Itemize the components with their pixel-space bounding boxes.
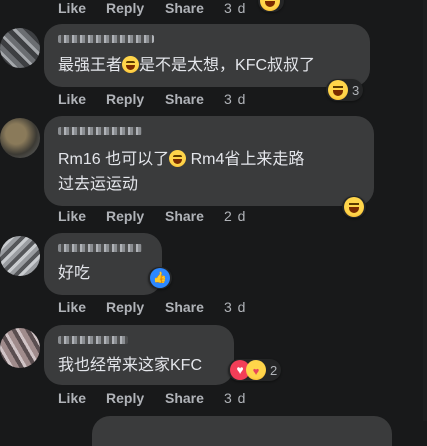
comment-text: 我也经常来这家KFC bbox=[58, 357, 203, 374]
comment-time[interactable]: 3 d bbox=[224, 91, 246, 107]
share-button[interactable]: Share bbox=[165, 299, 204, 315]
comment-time[interactable]: 2 d bbox=[224, 208, 246, 224]
reaction-summary[interactable] bbox=[258, 0, 284, 12]
reply-button[interactable]: Reply bbox=[106, 390, 144, 406]
laughing-emoji-icon bbox=[260, 0, 280, 11]
comment-author[interactable] bbox=[58, 331, 128, 346]
reaction-summary[interactable] bbox=[342, 196, 366, 218]
like-button[interactable]: Like bbox=[58, 390, 86, 406]
reply-button[interactable]: Reply bbox=[106, 91, 144, 107]
laughing-emoji-icon bbox=[328, 80, 348, 100]
avatar[interactable] bbox=[0, 118, 40, 158]
reaction-summary[interactable]: 👍 bbox=[148, 267, 172, 289]
thumbs-up-icon: 👍 bbox=[150, 268, 170, 288]
comment-bubble: 好吃 bbox=[44, 233, 162, 295]
reaction-summary[interactable]: ♥ ♥ 2 bbox=[228, 359, 282, 381]
care-emoji-icon: ♥ bbox=[246, 360, 266, 380]
comment-text: 好吃 bbox=[58, 265, 91, 282]
like-button[interactable]: Like bbox=[58, 208, 86, 224]
share-button[interactable]: Share bbox=[165, 208, 204, 224]
reaction-count: 3 bbox=[352, 82, 360, 98]
avatar[interactable] bbox=[0, 328, 40, 368]
reaction-summary[interactable]: 3 bbox=[326, 79, 364, 101]
comment-time[interactable]: 3 d bbox=[224, 299, 246, 315]
reply-button[interactable]: Reply bbox=[106, 0, 144, 16]
rolling-laughing-emoji-icon bbox=[169, 150, 187, 167]
share-button[interactable]: Share bbox=[165, 390, 204, 406]
reply-button[interactable]: Reply bbox=[106, 208, 144, 224]
laughing-emoji-icon bbox=[122, 56, 140, 73]
share-button[interactable]: Share bbox=[165, 0, 204, 16]
comment-bubble: 最强王者 是不是太想，KFC叔叔了 bbox=[44, 24, 370, 87]
reaction-count: 2 bbox=[270, 362, 278, 378]
share-button[interactable]: Share bbox=[165, 91, 204, 107]
comment-bubble: Rm16 也可以了 Rm4省上来走路 过去运运动 bbox=[44, 116, 374, 206]
scrollbar[interactable] bbox=[423, 0, 427, 421]
avatar[interactable] bbox=[0, 28, 40, 68]
avatar[interactable] bbox=[0, 236, 40, 276]
comment-time[interactable]: 3 d bbox=[224, 390, 246, 406]
comment-author[interactable] bbox=[58, 239, 142, 254]
comment-author[interactable] bbox=[58, 30, 154, 45]
comment-text: Rm16 也可以了 Rm4省上来走路 bbox=[58, 150, 305, 168]
comment-text: 最强王者 是不是太想，KFC叔叔了 bbox=[58, 56, 316, 74]
reply-button[interactable]: Reply bbox=[106, 299, 144, 315]
comment-author[interactable] bbox=[58, 122, 142, 137]
comment-bubble: 我也经常来这家KFC bbox=[44, 325, 234, 385]
like-button[interactable]: Like bbox=[58, 0, 86, 16]
comment-time[interactable]: 3 d bbox=[224, 0, 246, 16]
laughing-emoji-icon bbox=[344, 197, 364, 217]
like-button[interactable]: Like bbox=[58, 91, 86, 107]
comment-text: 过去运运动 bbox=[58, 176, 139, 193]
like-button[interactable]: Like bbox=[58, 299, 86, 315]
